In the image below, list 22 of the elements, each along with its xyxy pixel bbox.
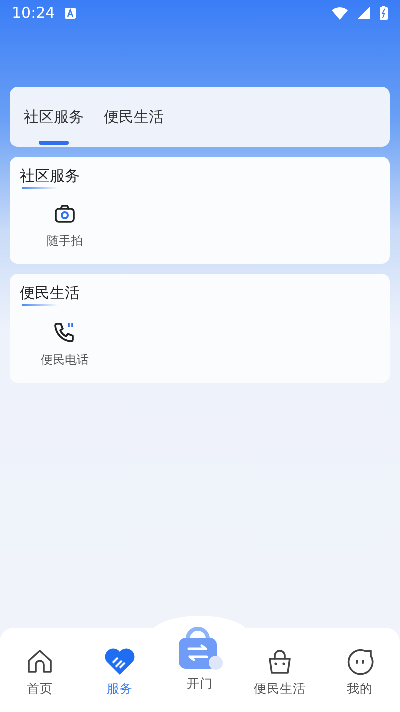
notification-icon — [65, 8, 76, 18]
tab[interactable]: 便民生活 — [96, 87, 172, 147]
section-title: 便民生活 — [20, 284, 80, 306]
home-icon — [26, 648, 54, 676]
service-item[interactable]: 随手拍 — [20, 203, 110, 250]
phone-icon — [53, 320, 77, 344]
nav-item[interactable]: 服务 — [80, 648, 160, 698]
handshake-heart-icon — [104, 648, 136, 676]
nav-item[interactable]: 开门 — [160, 627, 240, 693]
status-time: 10:24 — [12, 4, 56, 22]
nav-item[interactable]: 首页 — [0, 648, 80, 698]
camera-icon — [54, 203, 76, 225]
battery-icon — [380, 6, 388, 20]
wifi-icon — [332, 6, 348, 20]
shopping-bag-icon — [266, 648, 294, 676]
section-title: 社区服务 — [20, 167, 80, 189]
nav-item[interactable]: 我的 — [320, 648, 400, 698]
signal-icon — [358, 7, 370, 19]
service-item[interactable]: 便民电话 — [20, 320, 110, 369]
nav-item[interactable]: 便民生活 — [240, 648, 320, 698]
tab[interactable]: 社区服务 — [16, 87, 92, 147]
face-icon — [346, 648, 374, 676]
